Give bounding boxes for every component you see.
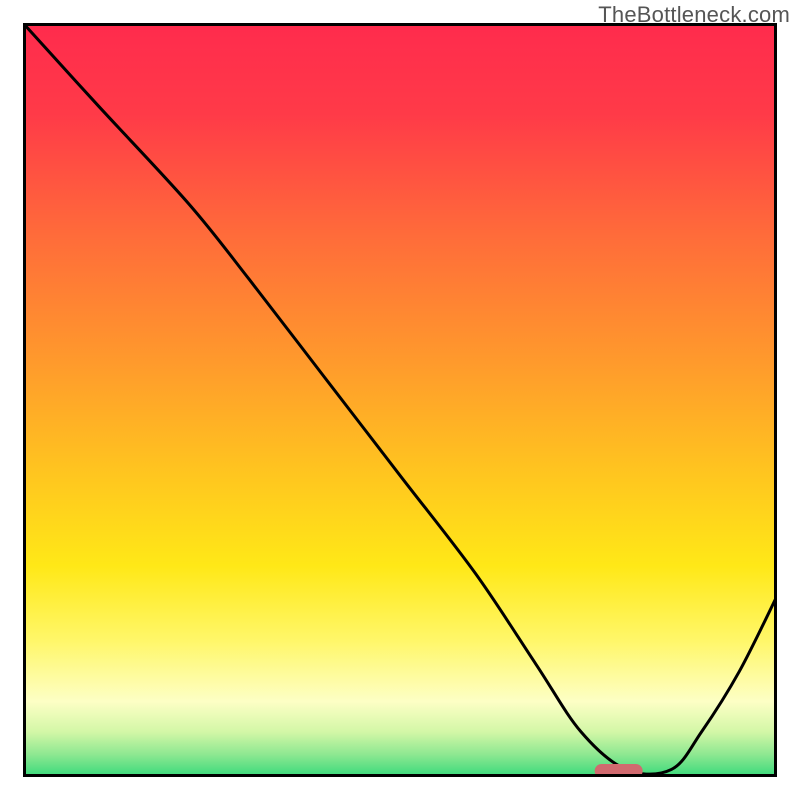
watermark-text: TheBottleneck.com: [598, 2, 790, 28]
bottleneck-chart: [23, 23, 777, 777]
chart-svg: [23, 23, 777, 777]
gradient-background: [23, 23, 777, 777]
